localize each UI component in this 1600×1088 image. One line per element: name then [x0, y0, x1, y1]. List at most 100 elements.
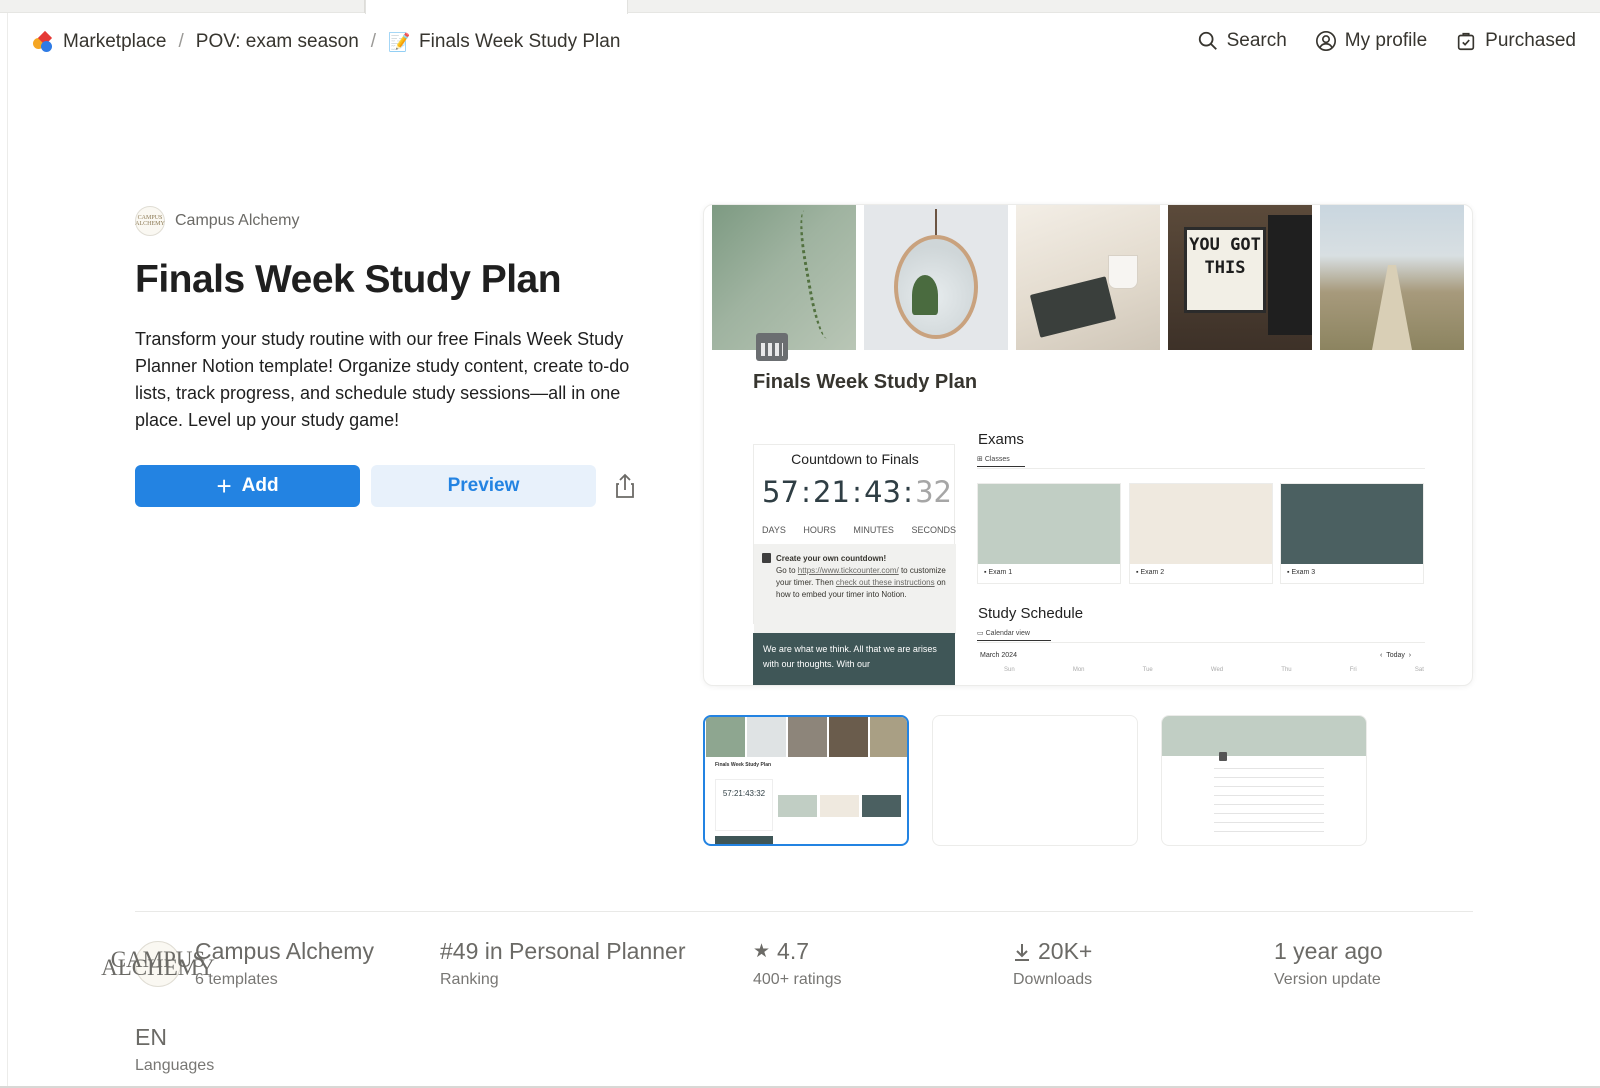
callout-icon [762, 553, 771, 563]
callout-text: Go to [776, 566, 798, 575]
exams-heading: Exams [978, 431, 1024, 448]
weekday: Mon [1072, 667, 1085, 673]
purchased-label: Purchased [1485, 30, 1576, 51]
exam-cover [978, 484, 1120, 564]
tickcounter-link: https://www.tickcounter.com/ [797, 566, 899, 575]
language-value: EN [135, 1024, 167, 1050]
share-button[interactable] [613, 472, 637, 500]
preview-button[interactable]: Preview [371, 465, 596, 507]
unit-hours: HOURS [803, 525, 836, 535]
countdown-minutes: 43 [864, 475, 901, 509]
breadcrumb-item-marketplace[interactable]: Marketplace [30, 30, 167, 54]
creator-avatar: CAMPUS ALCHEMY [101, 940, 215, 987]
downloads-label: Downloads [1013, 971, 1093, 988]
calendar-today: ‹ Today › [1380, 652, 1412, 659]
my-profile-label: My profile [1344, 30, 1428, 51]
template-preview-image[interactable]: YOU GOT THIS Finals Week Study Plan Coun… [703, 204, 1473, 686]
breadcrumb-label: Finals Week Study Plan [419, 31, 621, 52]
weekday: Fri [1349, 667, 1357, 673]
unit-seconds: SECONDS [911, 525, 956, 535]
preview-button-label: Preview [447, 475, 520, 496]
plus-icon: + [216, 471, 232, 501]
lightbox-sign: YOU GOT THIS [1184, 227, 1266, 313]
stat-rating: ★ 4.7 400+ ratings [753, 938, 842, 989]
breadcrumb-separator: / [370, 31, 377, 52]
countdown-hours: 21 [813, 475, 850, 509]
cover-photo-lightbox: YOU GOT THIS [1168, 205, 1312, 350]
calendar-icon [756, 333, 788, 361]
memo-icon: 📝 [388, 32, 411, 52]
update-value: 1 year ago [1274, 938, 1383, 964]
cover-photo-dunes [1320, 205, 1464, 350]
breadcrumb-label: POV: exam season [195, 31, 359, 52]
share-icon [616, 473, 634, 498]
weekday: Wed [1210, 667, 1224, 673]
instructions-link: check out these instructions [835, 578, 935, 587]
my-profile-button[interactable]: My profile [1315, 30, 1427, 52]
countdown-digits: 57 : 21 : 43 : 32 [762, 475, 952, 509]
exam-label: Exam 1 [988, 569, 1013, 576]
page-icon [1219, 752, 1227, 761]
creator-avatar: CAMPUS ALCHEMY [135, 206, 165, 236]
star-icon: ★ [753, 941, 771, 962]
calendar-weekdays: Sun Mon Tue Wed Thu Fri Sat [1004, 667, 1424, 673]
weekday: Sat [1414, 667, 1424, 673]
countdown-units: DAYS HOURS MINUTES SECONDS [762, 525, 956, 535]
search-button[interactable]: Search [1197, 30, 1287, 52]
language-label: Languages [135, 1057, 215, 1074]
calendar-view-label: Calendar view [985, 630, 1030, 637]
thumb-countdown: 57:21:43:32 [715, 779, 773, 831]
stat-creator-name: Campus Alchemy [195, 938, 374, 964]
browser-tab-active[interactable] [365, 0, 628, 14]
stat-downloads: 20K+ Downloads [1013, 938, 1092, 989]
rating-value: 4.7 [777, 938, 810, 964]
search-label: Search [1226, 30, 1287, 51]
stat-creator[interactable]: CAMPUS ALCHEMY Campus Alchemy 6 templates [101, 938, 374, 989]
preview-thumbnail-3[interactable] [1161, 715, 1367, 846]
unit-days: DAYS [762, 525, 786, 535]
creator-link[interactable]: CAMPUS ALCHEMY Campus Alchemy [135, 206, 300, 236]
add-button[interactable]: + Add [135, 465, 360, 507]
calendar-view-tab: ▭ Calendar view [977, 629, 1051, 641]
exam-label: Exam 3 [1291, 569, 1316, 576]
countdown-title: Countdown to Finals [791, 451, 919, 467]
stat-creator-templates: 6 templates [195, 971, 278, 988]
breadcrumb-item-current[interactable]: 📝 Finals Week Study Plan [388, 31, 620, 53]
calendar-month: March 2024 [980, 652, 1017, 659]
update-label: Version update [1274, 971, 1381, 988]
exam-card: ▪ Exam 3 [1280, 483, 1424, 584]
unit-minutes: MINUTES [853, 525, 894, 535]
classes-view-label: Classes [984, 456, 1010, 463]
countdown-callout: Create your own countdown! Go to https:/… [754, 544, 956, 634]
preview-thumbnail-1[interactable]: Finals Week Study Plan 57:21:43:32 [703, 715, 909, 846]
stat-ranking[interactable]: #49 in Personal Planner Ranking [440, 938, 686, 989]
quote-block: We are what we think. All that we are ar… [753, 633, 955, 685]
ranking-label: Ranking [440, 971, 499, 988]
countdown-days: 57 [762, 475, 799, 509]
exam-cover [1281, 484, 1423, 564]
divider [135, 911, 1473, 912]
stat-version-update: 1 year ago Version update [1274, 938, 1383, 989]
creator-name: Campus Alchemy [175, 212, 300, 229]
today-label: Today [1386, 652, 1405, 659]
cover-photo-mirror [864, 205, 1008, 350]
exam-cover [1130, 484, 1272, 564]
preview-page-title: Finals Week Study Plan [753, 371, 978, 393]
weekday: Tue [1142, 667, 1153, 673]
breadcrumb: Marketplace / POV: exam season / 📝 Final… [30, 26, 620, 58]
study-schedule-heading: Study Schedule [978, 605, 1084, 622]
countdown-widget: Countdown to Finals 57 : 21 : 43 : 32 DA… [753, 444, 956, 634]
ranking-value: #49 in Personal Planner [440, 938, 686, 964]
breadcrumb-label: Marketplace [63, 31, 167, 52]
product-description: Transform your study routine with our fr… [135, 329, 630, 430]
purchased-button[interactable]: Purchased [1455, 30, 1576, 52]
stat-languages: EN Languages [135, 1024, 214, 1075]
weekday: Sun [1004, 667, 1015, 673]
marketplace-logo-icon [30, 30, 54, 54]
breadcrumb-item-collection[interactable]: POV: exam season [196, 31, 359, 53]
exam-card: ▪ Exam 1 [977, 483, 1121, 584]
browser-tab[interactable] [0, 0, 365, 13]
preview-thumbnail-2[interactable] [932, 715, 1138, 846]
breadcrumb-separator: / [178, 31, 184, 52]
thumb-title: Finals Week Study Plan [715, 762, 772, 768]
